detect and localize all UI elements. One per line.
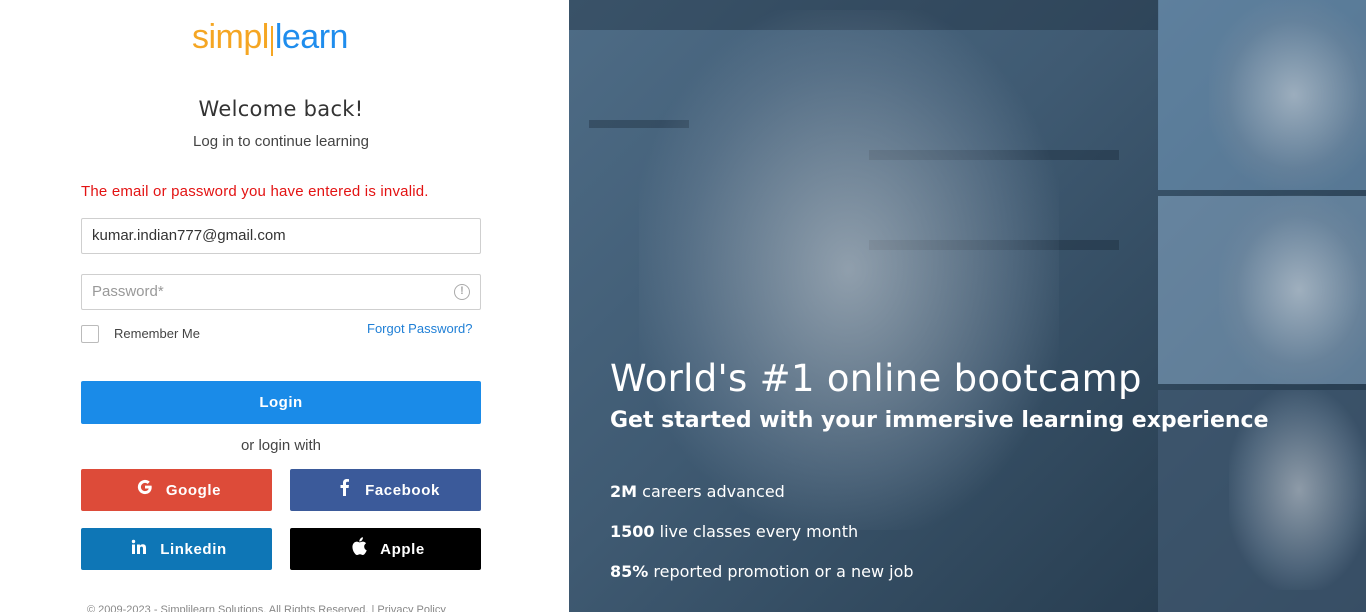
logo-part-1: simpl	[192, 18, 269, 56]
login-panel: simpl learn Welcome back! Log in to conti…	[0, 0, 569, 612]
person-image	[639, 10, 1059, 530]
page-title: Welcome back!	[198, 97, 364, 121]
login-button[interactable]: Login	[81, 381, 481, 424]
remember-me-checkbox[interactable]	[81, 325, 99, 343]
hero-headline: World's #1 online bootcamp	[610, 357, 1142, 400]
stat-line: 2M careers advanced	[610, 482, 785, 501]
logo-divider	[270, 26, 273, 56]
person-image	[1219, 195, 1366, 385]
stat-value: 1500	[610, 522, 655, 541]
page-subtitle: Log in to continue learning	[193, 133, 369, 150]
stat-text: careers advanced	[637, 482, 785, 501]
stat-text: reported promotion or a new job	[648, 562, 914, 581]
apple-login-button[interactable]: Apple	[290, 528, 481, 570]
email-value: kumar.indian777@gmail.com	[92, 227, 286, 244]
or-login-with-label: or login with	[240, 437, 322, 454]
facebook-login-button[interactable]: Facebook	[290, 469, 481, 511]
google-login-button[interactable]: Google	[81, 469, 272, 511]
logo-part-2: learn	[274, 18, 349, 56]
google-icon	[132, 469, 158, 511]
forgot-password-link[interactable]: Forgot Password?	[367, 321, 473, 336]
error-message: The email or password you have entered i…	[81, 183, 429, 200]
remember-me-label[interactable]: Remember Me	[114, 326, 200, 341]
person-image	[1209, 0, 1366, 190]
footer-text: © 2009-2023 - Simplilearn Solutions. All…	[87, 604, 446, 612]
linkedin-login-button[interactable]: Linkedin	[81, 528, 272, 570]
apple-label: Apple	[380, 541, 425, 558]
info-icon[interactable]: !	[454, 284, 470, 300]
simplilearn-logo[interactable]: simpl learn	[192, 18, 348, 57]
email-field[interactable]: kumar.indian777@gmail.com	[81, 218, 481, 254]
apple-icon	[346, 528, 372, 570]
stat-value: 85%	[610, 562, 649, 581]
facebook-icon	[331, 469, 357, 511]
hero-tagline: Get started with your immersive learning…	[610, 408, 1269, 433]
linkedin-label: Linkedin	[160, 541, 227, 558]
password-field[interactable]: Password* !	[81, 274, 481, 310]
stat-line: 1500 live classes every month	[610, 522, 858, 541]
stat-value: 2M	[610, 482, 638, 501]
facebook-label: Facebook	[365, 482, 440, 499]
password-placeholder: Password*	[92, 283, 164, 300]
google-label: Google	[165, 482, 222, 499]
linkedin-icon	[126, 528, 152, 570]
stat-line: 85% reported promotion or a new job	[610, 562, 914, 581]
hero-panel: World's #1 online bootcamp Get started w…	[569, 0, 1366, 612]
stat-text: live classes every month	[654, 522, 859, 541]
